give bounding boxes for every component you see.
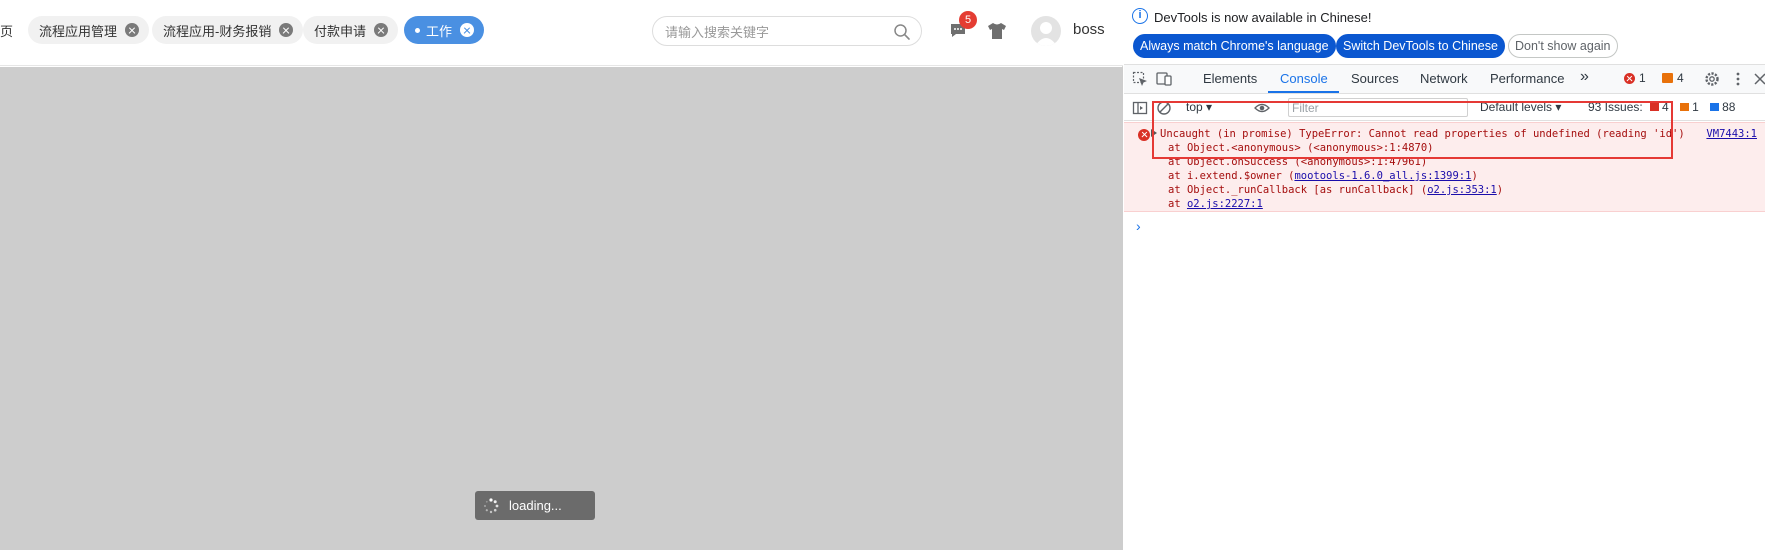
close-devtools-icon[interactable] [1752,71,1765,87]
warning-count: 4 [1677,71,1684,85]
notification-badge: 5 [959,11,977,29]
active-dot-icon [415,27,420,33]
tab-payment-request[interactable]: 付款申请 [303,16,399,44]
infobar-message: DevTools is now available in Chinese! [1154,10,1372,25]
issues-info-count: 88 [1722,100,1736,114]
issue-warning-icon [1680,103,1690,111]
app-window: 页 流程应用管理 流程应用-财务报销 付款申请 工作 请输入搜索关键字 5 bo… [0,0,1123,550]
tab-sources[interactable]: Sources [1351,71,1399,86]
tab-label: 付款申请 [314,23,367,39]
tab-network[interactable]: Network [1420,71,1468,86]
warning-icon [1662,73,1673,83]
tab-process-app-management[interactable]: 流程应用管理 [28,16,150,44]
screen: 页 流程应用管理 流程应用-财务报销 付款申请 工作 请输入搜索关键字 5 bo… [0,0,1765,550]
tab-console[interactable]: Console [1280,71,1328,86]
stack-frame: at i.extend.$owner (mootools-1.6.0_all.j… [1168,170,1478,182]
issue-info-icon [1710,103,1720,111]
tab-performance[interactable]: Performance [1490,71,1564,86]
active-tab-indicator [1268,91,1339,93]
loading-text: loading... [509,498,562,513]
sidebar-toggle-icon[interactable] [1132,100,1148,116]
error-icon [1624,72,1635,84]
user-icon [1035,22,1057,46]
stack-frame-text: at i.extend.$owner ( [1168,170,1295,182]
stack-frame-link[interactable]: o2.js:353:1 [1427,184,1497,196]
top-bar: 页 流程应用管理 流程应用-财务报销 付款申请 工作 请输入搜索关键字 5 bo… [0,0,1123,66]
language-infobar: i DevTools is now available in Chinese! … [1124,0,1765,62]
issues-warning-count: 1 [1692,100,1699,114]
inspect-element-icon[interactable] [1132,71,1148,87]
close-icon[interactable] [279,23,294,37]
stack-frame-text: at Object._runCallback [as runCallback] … [1168,184,1428,196]
content-area: loading... [0,67,1123,550]
tab-elements[interactable]: Elements [1203,71,1257,86]
error-counter[interactable]: 1 [1624,71,1646,85]
tab-label: 工作 [426,23,453,39]
error-icon [1138,129,1150,141]
tab-work[interactable]: 工作 [404,16,485,44]
stack-frame-link[interactable]: o2.js:2227:1 [1187,198,1263,210]
error-source-link[interactable]: VM7443:1 [1706,128,1757,140]
avatar[interactable] [1031,16,1061,46]
tab-label: 流程应用-财务报销 [163,23,272,39]
search-icon[interactable] [893,23,911,41]
username[interactable]: boss [1073,21,1105,38]
more-tabs-icon[interactable]: » [1580,68,1589,86]
tab-process-app-finance[interactable]: 流程应用-财务报销 [152,16,304,44]
tab-fragment[interactable]: 页 [0,21,13,40]
spinner-icon [484,497,499,513]
warning-counter[interactable]: 4 [1662,71,1684,85]
close-icon[interactable] [125,23,140,37]
search-box [652,16,922,46]
device-toolbar-icon[interactable] [1156,71,1172,87]
devtools-tabbar: Elements Console Sources Network Perform… [1124,64,1765,94]
stack-frame: at Object._runCallback [as runCallback] … [1168,184,1503,196]
stack-frame: at o2.js:2227:1 [1168,198,1263,210]
stack-frame-suffix: ) [1496,184,1504,196]
search-input[interactable] [665,22,885,42]
more-options-icon[interactable] [1730,71,1746,87]
match-language-button[interactable]: Always match Chrome's language [1133,34,1336,58]
close-icon[interactable] [460,23,475,37]
settings-gear-icon[interactable] [1704,71,1720,87]
devtools-panel: i DevTools is now available in Chinese! … [1124,0,1765,550]
stack-frame-suffix: ) [1471,170,1478,182]
stack-frame-text: at [1168,198,1187,210]
error-count: 1 [1639,71,1646,85]
loading-indicator: loading... [475,491,595,520]
annotation-highlight-box [1152,101,1673,159]
skin-icon[interactable] [987,22,1007,40]
tab-label: 流程应用管理 [39,23,118,39]
close-icon[interactable] [374,23,389,37]
switch-chinese-button[interactable]: Switch DevTools to Chinese [1336,34,1505,58]
console-prompt-icon[interactable]: › [1136,218,1141,234]
stack-frame-link[interactable]: mootools-1.6.0_all.js:1399:1 [1294,170,1471,182]
info-icon: i [1132,8,1148,24]
dont-show-again-button[interactable]: Don't show again [1508,34,1618,58]
